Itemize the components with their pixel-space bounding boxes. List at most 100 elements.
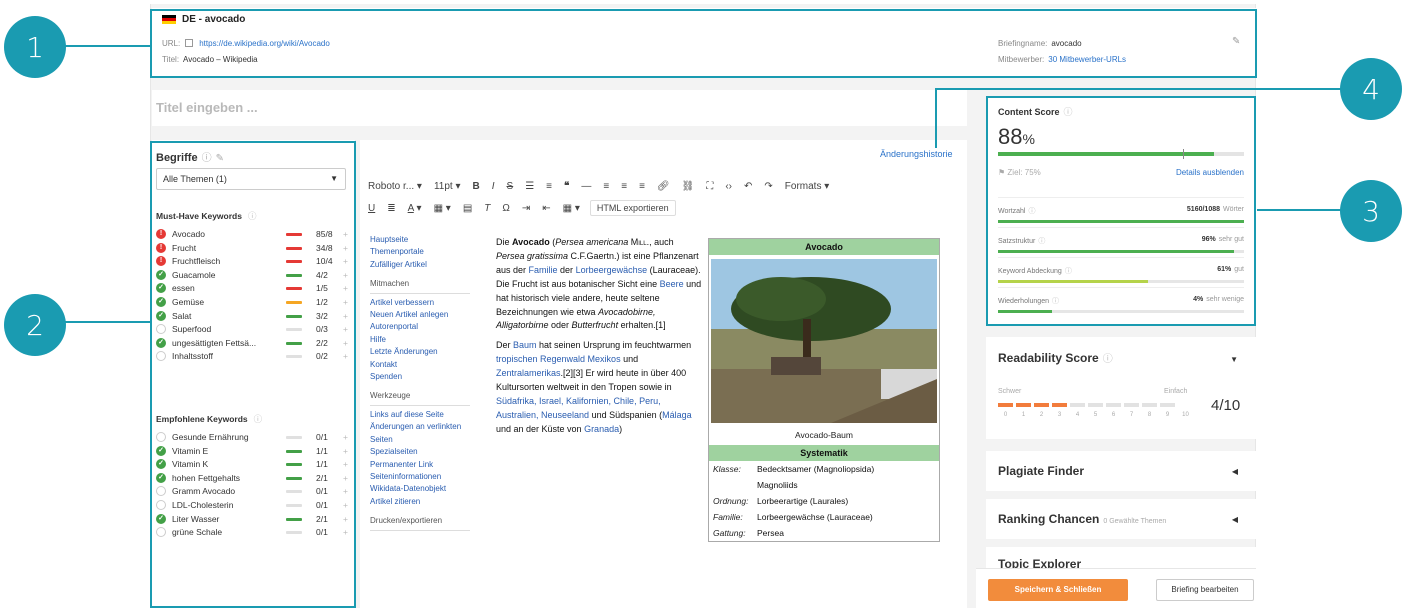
wiki-nav-link[interactable]: Permanenter Link	[370, 459, 470, 471]
justify-icon[interactable]: ≣	[381, 203, 401, 214]
wiki-nav-link[interactable]: Letzte Änderungen	[370, 346, 470, 358]
keyword-row[interactable]: ✓ Gemüse 1/2 +	[156, 296, 350, 309]
chevron-left-icon[interactable]: ◀	[1232, 515, 1238, 524]
topic-select[interactable]: Alle Themen (1) ▼	[156, 168, 346, 190]
paste-icon[interactable]: ▤	[457, 203, 478, 214]
align-left-icon[interactable]: ≡	[597, 181, 615, 192]
keyword-row[interactable]: ! Avocado 85/8 +	[156, 228, 350, 241]
font-size-select[interactable]: 11pt ▾	[428, 181, 467, 192]
plus-icon[interactable]: +	[343, 351, 348, 361]
topic-explorer-panel[interactable]: Topic Explorer	[986, 547, 1256, 568]
keyword-row[interactable]: ✓ Liter Wasser 2/1 +	[156, 513, 350, 526]
plus-icon[interactable]: +	[343, 500, 348, 510]
quote-icon[interactable]: ❝	[558, 181, 575, 192]
keyword-row[interactable]: LDL-Cholesterin 0/1 +	[156, 499, 350, 512]
wiki-nav-link[interactable]: Kontakt	[370, 359, 470, 371]
wiki-nav-link[interactable]: Neuen Artikel anlegen	[370, 309, 470, 321]
plus-icon[interactable]: +	[343, 527, 348, 537]
help-icon[interactable]: ⓘ	[1065, 268, 1072, 275]
special-char-icon[interactable]: Ω	[496, 203, 515, 214]
edit-pencil-icon[interactable]: ✎	[216, 153, 224, 164]
strikethrough-icon[interactable]: S	[501, 181, 520, 192]
bullet-list-icon[interactable]: ☰	[519, 181, 540, 192]
keyword-row[interactable]: Superfood 0/3 +	[156, 323, 350, 336]
plus-icon[interactable]: +	[343, 229, 348, 239]
plagiate-finder-panel[interactable]: Plagiate Finder ◀	[986, 451, 1256, 491]
keyword-row[interactable]: ✓ ungesättigten Fettsä... 2/2 +	[156, 337, 350, 350]
formats-select[interactable]: Formats ▾	[779, 181, 835, 192]
history-link[interactable]: Änderungshistorie	[880, 149, 953, 159]
help-icon[interactable]: ⓘ	[248, 211, 257, 221]
wiki-nav-link[interactable]: Wikidata-Datenobjekt	[370, 483, 470, 495]
outdent-icon[interactable]: ⇤	[536, 203, 556, 214]
editor-content[interactable]: Hauptseite Themenportale Zufälliger Artike…	[370, 232, 962, 608]
plus-icon[interactable]: +	[343, 338, 348, 348]
plus-icon[interactable]: +	[343, 324, 348, 334]
keyword-row[interactable]: ! Frucht 34/8 +	[156, 242, 350, 255]
help-icon[interactable]: ⓘ	[1064, 107, 1073, 117]
text-color-icon[interactable]: A ▾	[402, 203, 428, 214]
clear-format-icon[interactable]: T	[478, 203, 496, 214]
chevron-down-icon[interactable]: ▼	[1230, 355, 1238, 364]
wiki-nav-link[interactable]: Spenden	[370, 371, 470, 383]
horizontal-rule-icon[interactable]: —	[575, 181, 597, 192]
background-color-icon[interactable]: ▦ ▾	[428, 203, 457, 214]
plus-icon[interactable]: +	[343, 432, 348, 442]
help-icon[interactable]: ⓘ	[1029, 208, 1036, 215]
url-link[interactable]: https://de.wikipedia.org/wiki/Avocado	[199, 39, 330, 48]
italic-icon[interactable]: I	[486, 181, 501, 192]
plus-icon[interactable]: +	[343, 283, 348, 293]
save-close-button[interactable]: Speichern & Schließen	[988, 579, 1128, 601]
plus-icon[interactable]: +	[343, 243, 348, 253]
wiki-nav-link[interactable]: Seiteninformationen	[370, 471, 470, 483]
indent-icon[interactable]: ⇥	[516, 203, 536, 214]
ranking-chances-panel[interactable]: Ranking Chancen 0 Gewählte Themen ◀	[986, 499, 1256, 539]
font-family-select[interactable]: Roboto r... ▾	[362, 181, 428, 192]
wiki-nav-link[interactable]: Artikel zitieren	[370, 496, 470, 508]
keyword-row[interactable]: ! Fruchtfleisch 10/4 +	[156, 255, 350, 268]
wiki-nav-link[interactable]: Änderungen an verlinkten Seiten	[370, 421, 470, 446]
chevron-left-icon[interactable]: ◀	[1232, 467, 1238, 476]
plus-icon[interactable]: +	[343, 473, 348, 483]
help-icon[interactable]: ⓘ	[254, 414, 263, 424]
wiki-nav-link[interactable]: Autorenportal	[370, 321, 470, 333]
code-icon[interactable]: ‹›	[719, 181, 738, 192]
help-icon[interactable]: ⓘ	[1103, 354, 1113, 365]
plus-icon[interactable]: +	[343, 514, 348, 524]
html-export-button[interactable]: HTML exportieren	[589, 200, 676, 216]
readability-title[interactable]: Readability Score ⓘ	[998, 350, 1113, 365]
table-icon[interactable]: ▦ ▾	[557, 203, 586, 214]
help-icon[interactable]: ⓘ	[202, 153, 212, 164]
link-icon[interactable]: 🔗︎	[651, 181, 676, 192]
wiki-nav-link[interactable]: Hilfe	[370, 334, 470, 346]
underline-icon[interactable]: U	[362, 203, 381, 214]
keyword-row[interactable]: Gramm Avocado 0/1 +	[156, 485, 350, 498]
wiki-nav-link[interactable]: Artikel verbessern	[370, 297, 470, 309]
external-link-icon[interactable]	[185, 39, 194, 47]
keyword-row[interactable]: ✓ Guacamole 4/2 +	[156, 269, 350, 282]
wiki-nav-link[interactable]: Hauptseite	[370, 234, 470, 246]
wiki-nav-link[interactable]: Links auf diese Seite	[370, 409, 470, 421]
align-right-icon[interactable]: ≡	[633, 181, 651, 192]
undo-icon[interactable]: ↶	[738, 181, 758, 192]
keyword-row[interactable]: ✓ Vitamin E 1/1 +	[156, 445, 350, 458]
keyword-row[interactable]: grüne Schale 0/1 +	[156, 526, 350, 539]
title-input[interactable]: Titel eingeben ...	[152, 90, 967, 126]
numbered-list-icon[interactable]: ≡	[540, 181, 558, 192]
wiki-nav-link[interactable]: Zufälliger Artikel	[370, 259, 470, 271]
plus-icon[interactable]: +	[343, 311, 348, 321]
keyword-row[interactable]: ✓ Vitamin K 1/1 +	[156, 458, 350, 471]
unlink-icon[interactable]: ⛓︎	[676, 181, 701, 192]
align-center-icon[interactable]: ≡	[615, 181, 633, 192]
redo-icon[interactable]: ↷	[758, 181, 778, 192]
keyword-row[interactable]: ✓ essen 1/5 +	[156, 282, 350, 295]
help-icon[interactable]: ⓘ	[1052, 298, 1059, 305]
fullscreen-icon[interactable]: ⛶	[700, 181, 719, 192]
plus-icon[interactable]: +	[343, 459, 348, 469]
wiki-nav-link[interactable]: Themenportale	[370, 246, 470, 258]
wiki-nav-link[interactable]: Spezialseiten	[370, 446, 470, 458]
keyword-row[interactable]: ✓ Salat 3/2 +	[156, 310, 350, 323]
details-toggle-link[interactable]: Details ausblenden	[1176, 168, 1244, 177]
plus-icon[interactable]: +	[343, 446, 348, 456]
plus-icon[interactable]: +	[343, 256, 348, 266]
